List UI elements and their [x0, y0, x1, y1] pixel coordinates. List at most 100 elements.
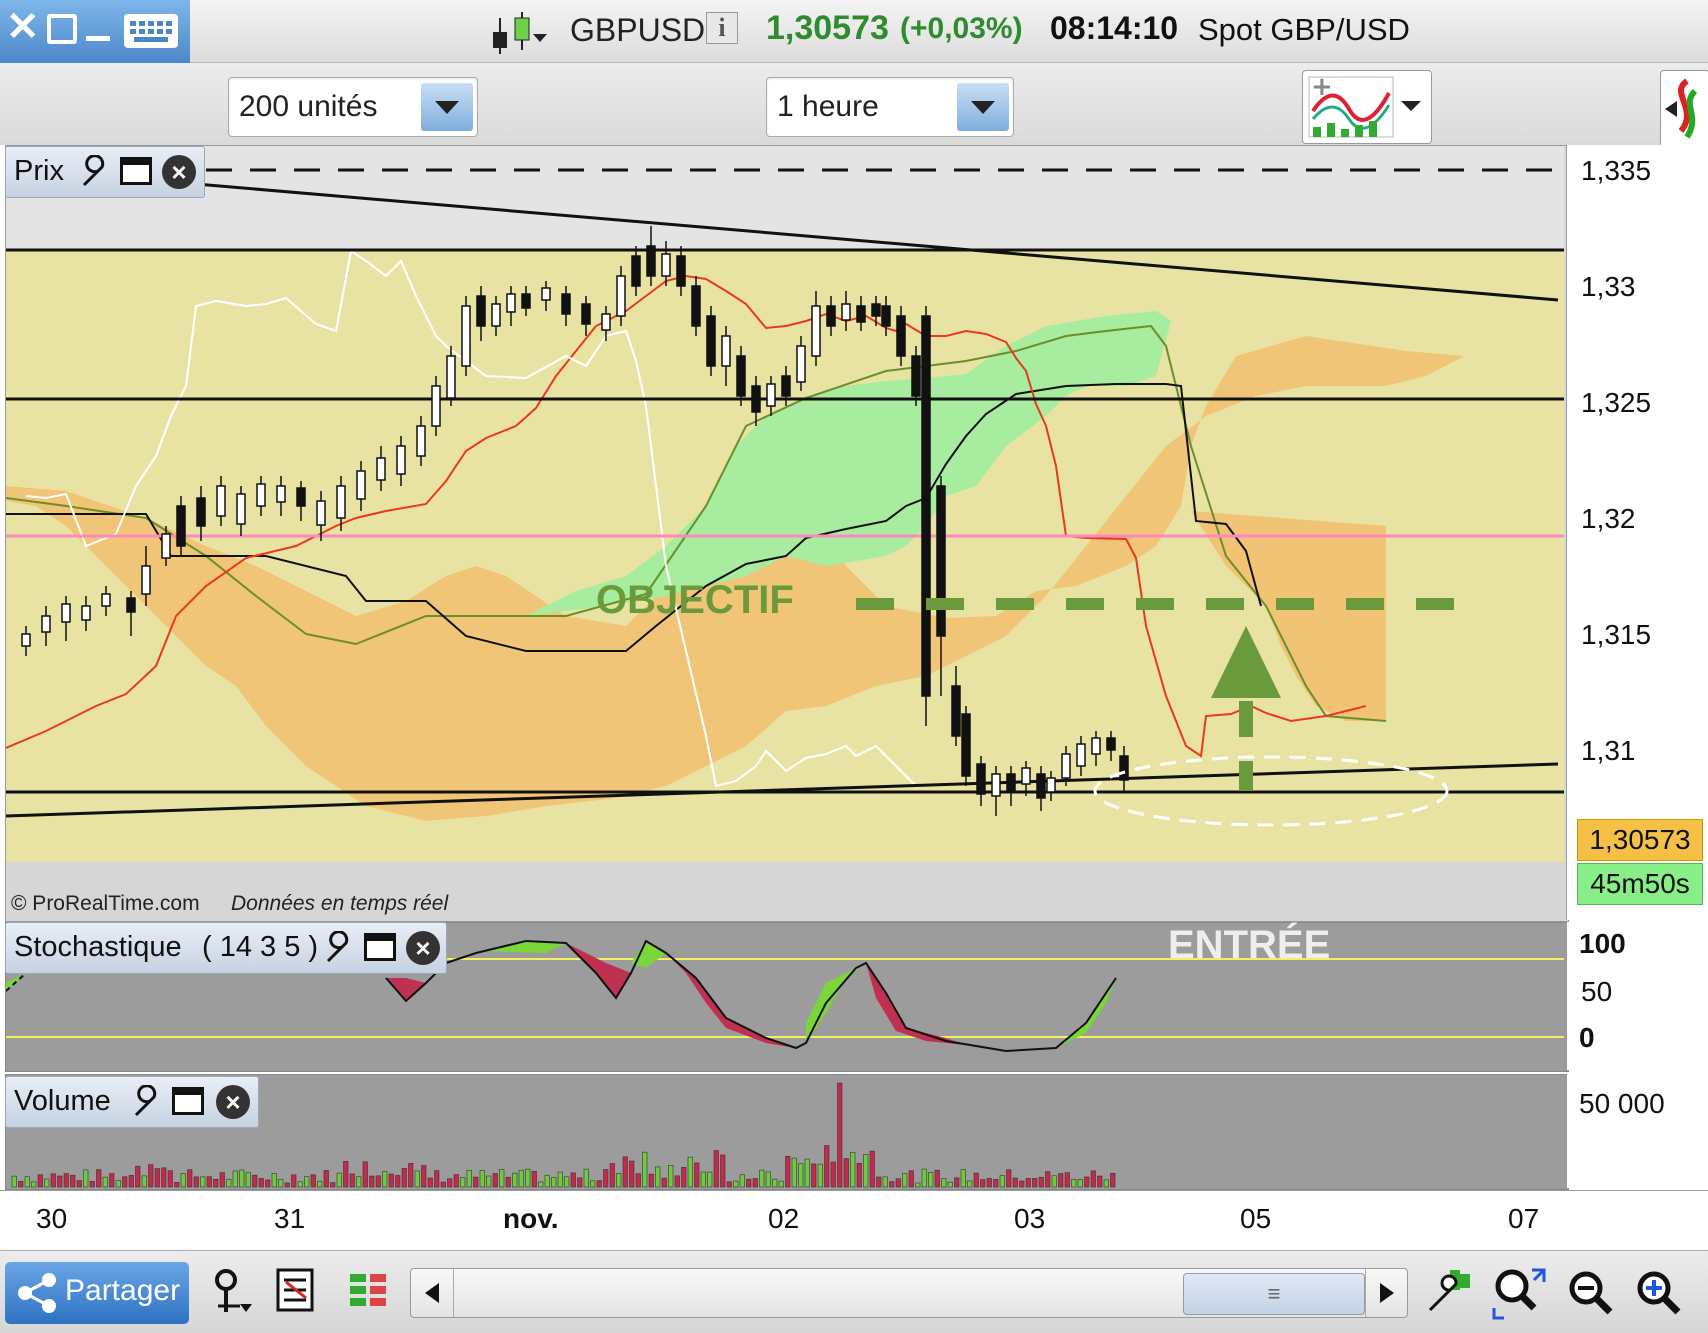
current-price-badge: 1,30573 — [1577, 819, 1703, 861]
volume-bar — [310, 1174, 316, 1188]
volume-bar — [414, 1170, 420, 1188]
window-icon[interactable] — [172, 1087, 204, 1115]
volume-bar — [564, 1176, 570, 1188]
volume-bar — [1071, 1179, 1077, 1188]
volume-bar — [102, 1176, 108, 1188]
grid-icon[interactable] — [346, 1268, 392, 1319]
volume-bar — [154, 1168, 160, 1188]
info-icon[interactable]: i — [706, 12, 738, 44]
volume-bar — [616, 1173, 622, 1188]
volume-bar — [713, 1150, 719, 1188]
volume-bar — [811, 1163, 817, 1188]
volume-panel-header: Volume × — [5, 1076, 259, 1128]
volume-bar — [531, 1171, 537, 1188]
zoom-fit-icon[interactable] — [1490, 1264, 1546, 1325]
scroll-right-icon[interactable] — [1365, 1269, 1408, 1317]
volume-bar — [382, 1171, 388, 1188]
interval-select[interactable]: 1 heure — [766, 77, 1014, 137]
price-panel[interactable]: OBJECTIF © ProRealTime.com Données en te… — [5, 145, 1569, 922]
price-change: (+0,03%) — [900, 12, 1023, 45]
price-tick: 1,33 — [1581, 271, 1636, 302]
sync-icon[interactable] — [1660, 70, 1708, 148]
close-panel-icon[interactable]: × — [406, 931, 440, 965]
volume-bar — [89, 1181, 95, 1188]
volume-bar — [356, 1176, 362, 1188]
volume-bar — [1084, 1176, 1090, 1188]
time-tick: 31 — [274, 1203, 306, 1234]
volume-bar — [161, 1167, 167, 1188]
indicator-button[interactable]: + — [1302, 70, 1432, 144]
wrench-icon[interactable] — [128, 1084, 164, 1129]
symbol-label[interactable]: GBPUSD — [570, 12, 705, 49]
scroll-thumb[interactable]: ≡ — [1183, 1273, 1365, 1315]
volume-bar — [960, 1169, 966, 1188]
close-icon[interactable]: ✕ — [6, 4, 40, 50]
volume-bar — [908, 1170, 914, 1188]
volume-bar — [1019, 1180, 1025, 1188]
window-icon[interactable] — [120, 157, 152, 185]
zoom-out-icon[interactable] — [1564, 1266, 1616, 1323]
volume-bar — [863, 1154, 869, 1188]
volume-bar — [752, 1178, 758, 1188]
volume-bar — [551, 1177, 557, 1188]
volume-bar — [401, 1168, 407, 1188]
volume-bar — [629, 1160, 635, 1188]
volume-bar — [460, 1177, 466, 1188]
candlestick-icon[interactable] — [488, 10, 548, 61]
volume-bar — [681, 1166, 687, 1188]
stochastic-panel-header: Stochastique ( 14 3 5 ) × — [5, 922, 447, 974]
volume-bar — [219, 1172, 225, 1188]
volume-bar — [921, 1168, 927, 1188]
volume-bar — [479, 1170, 485, 1188]
volume-bar — [180, 1173, 186, 1188]
stoch-tick: 100 — [1579, 928, 1626, 959]
volume-bar — [135, 1165, 141, 1188]
volume-bar — [1012, 1177, 1018, 1188]
volume-bar — [596, 1180, 602, 1188]
volume-bar — [583, 1168, 589, 1188]
volume-bar — [980, 1179, 986, 1188]
volume-bar — [76, 1180, 82, 1188]
volume-bar — [557, 1171, 563, 1188]
volume-bar — [1058, 1173, 1064, 1188]
volume-bar — [37, 1174, 43, 1188]
maximize-icon[interactable] — [47, 14, 77, 44]
volume-bar — [882, 1176, 888, 1188]
volume-bar — [291, 1174, 297, 1188]
wrench-icon[interactable] — [320, 930, 356, 975]
volume-bar — [1025, 1178, 1031, 1188]
share-label: Partager — [65, 1274, 181, 1307]
scroll-left-icon[interactable] — [411, 1269, 454, 1317]
wrench-icon[interactable] — [76, 154, 112, 200]
chevron-down-icon[interactable] — [421, 83, 473, 131]
volume-bar — [330, 1182, 336, 1188]
time-tick: nov. — [503, 1203, 559, 1234]
window-icon[interactable] — [364, 933, 396, 961]
time-tick: 05 — [1240, 1203, 1272, 1234]
zoom-in-icon[interactable] — [1632, 1266, 1684, 1323]
volume-bar — [96, 1169, 102, 1188]
close-panel-icon[interactable]: × — [162, 155, 196, 189]
indicator-icon: + — [1308, 72, 1421, 138]
chevron-down-icon[interactable] — [957, 83, 1009, 131]
volume-bar — [720, 1154, 726, 1188]
minimize-icon[interactable] — [86, 36, 110, 41]
volume-bar — [1006, 1169, 1012, 1188]
volume-bar — [336, 1172, 342, 1188]
units-select[interactable]: 200 unités — [228, 77, 478, 137]
volume-bar — [408, 1163, 414, 1188]
keyboard-icon[interactable] — [124, 14, 178, 48]
chart-settings-icon[interactable] — [1424, 1266, 1474, 1323]
share-button[interactable]: Partager — [5, 1262, 189, 1324]
chart-scrollbar[interactable]: ≡ — [410, 1268, 1408, 1318]
close-panel-icon[interactable]: × — [216, 1085, 250, 1119]
volume-bar — [941, 1178, 947, 1188]
volume-bar — [694, 1162, 700, 1188]
volume-bar — [265, 1179, 271, 1188]
volume-bar — [1077, 1179, 1083, 1188]
drawing-icon[interactable] — [210, 1266, 256, 1323]
volume-bar — [362, 1161, 368, 1188]
list-icon[interactable] — [276, 1268, 316, 1319]
volume-bar — [655, 1166, 661, 1188]
volume-bar — [499, 1169, 505, 1188]
